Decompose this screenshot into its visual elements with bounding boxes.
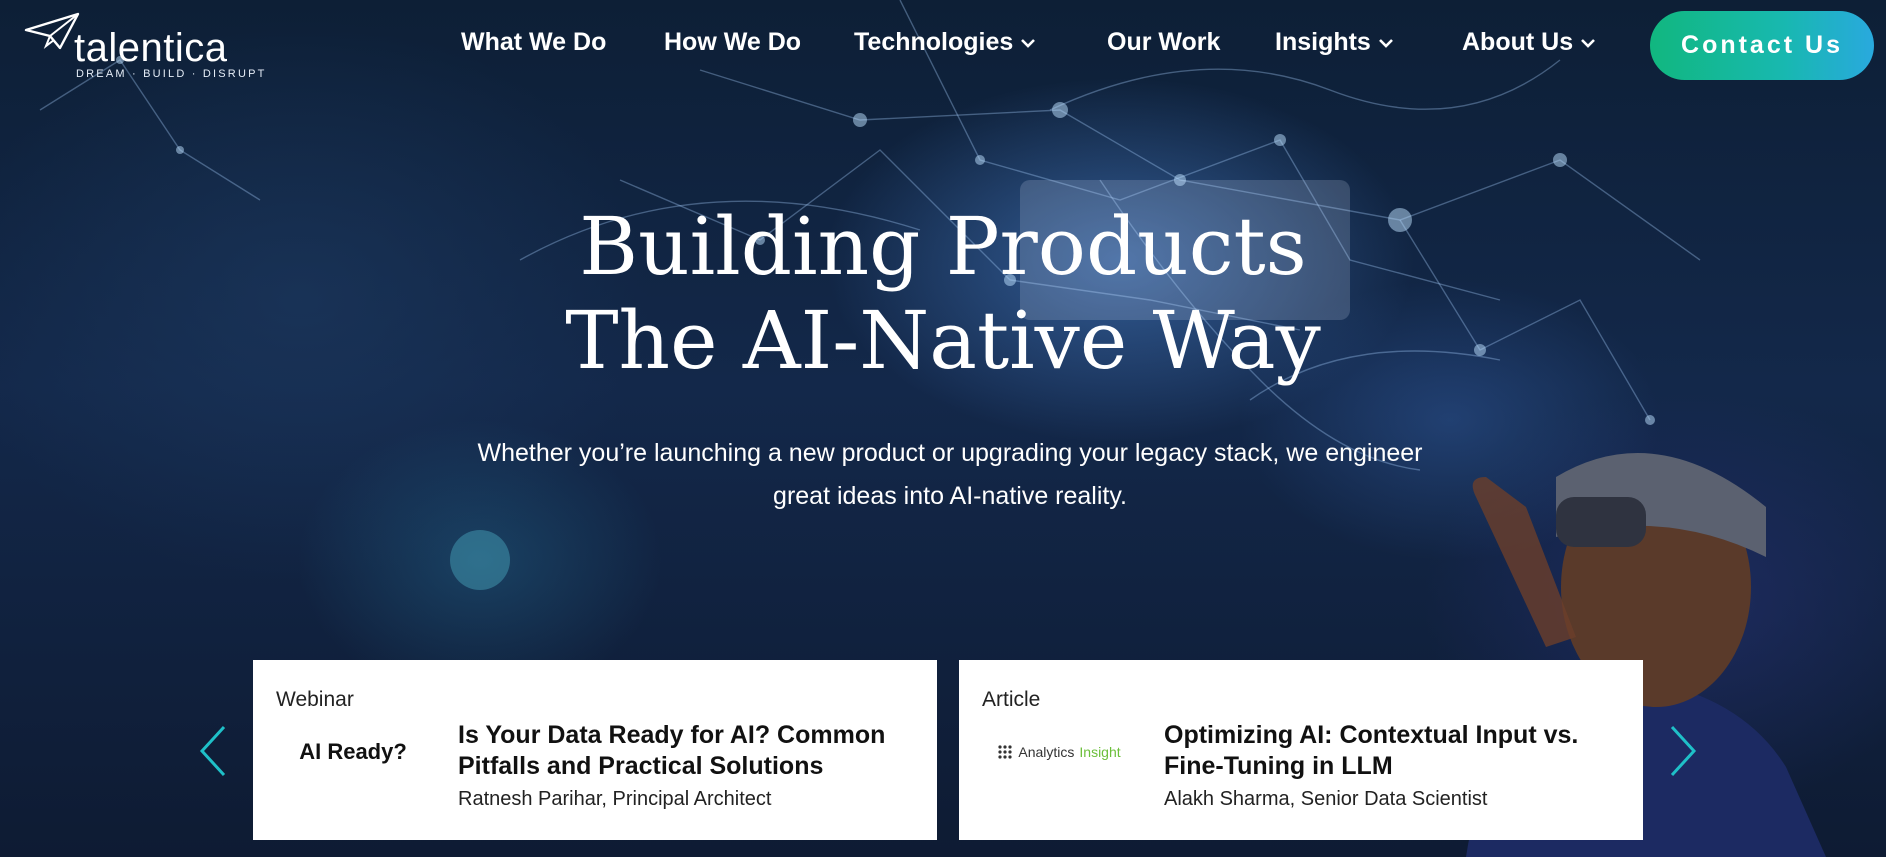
card-author: Alakh Sharma, Senior Data Scientist — [1164, 788, 1488, 810]
nav-item-label: Technologies — [854, 28, 1014, 56]
ai-ready-thumbnail-text: AI Ready? — [299, 739, 407, 764]
card-title[interactable]: Is Your Data Ready for AI? Common Pitfal… — [458, 720, 918, 782]
brand-name: talentica — [74, 26, 228, 70]
site-header: talentica DREAM · BUILD · DISRUPT What W… — [0, 0, 1886, 92]
analytics-word: Analytics — [1018, 744, 1075, 760]
nav-item-label: Insights — [1275, 28, 1371, 56]
nav-item-about-us[interactable]: About Us — [1462, 28, 1597, 57]
card-type-label: Webinar — [276, 688, 354, 711]
analytics-insight-logo: Analytics Insight — [997, 744, 1121, 760]
hero-headline: Building Products The AI-Native Way — [0, 200, 1886, 388]
headline-line-2: The AI-Native Way — [565, 294, 1321, 387]
dots-grid-icon — [998, 745, 1012, 759]
hero-subtext: Whether you’re launching a new product o… — [477, 439, 1423, 510]
nav-item-how-we-do[interactable]: How We Do — [664, 28, 801, 57]
nav-item-label: What We Do — [461, 28, 607, 56]
insight-card-webinar[interactable]: Webinar AI Ready? Is Your Data Ready for… — [253, 660, 937, 840]
contact-us-button[interactable]: Contact Us — [1650, 11, 1874, 80]
nav-item-what-we-do[interactable]: What We Do — [461, 28, 606, 57]
chevron-left-icon[interactable] — [198, 724, 228, 778]
card-thumbnail: AI Ready? — [273, 720, 433, 784]
insight-word: Insight — [1079, 744, 1121, 760]
headline-line-1: Building Products — [579, 200, 1307, 293]
nav-item-label: How We Do — [664, 28, 802, 56]
nav-item-technologies[interactable]: Technologies — [854, 28, 1037, 57]
brand-tagline: DREAM · BUILD · DISRUPT — [76, 68, 267, 80]
chevron-down-icon — [1378, 38, 1393, 48]
nav-item-our-work[interactable]: Our Work — [1107, 28, 1220, 57]
paper-plane-icon — [24, 12, 80, 50]
chevron-right-icon[interactable] — [1668, 724, 1698, 778]
chevron-down-icon — [1021, 38, 1036, 48]
chevron-down-icon — [1581, 38, 1596, 48]
card-type-label: Article — [982, 688, 1041, 711]
nav-item-label: Our Work — [1107, 28, 1221, 56]
card-title[interactable]: Optimizing AI: Contextual Input vs. Fine… — [1164, 720, 1624, 782]
card-author: Ratnesh Parihar, Principal Architect — [458, 788, 772, 810]
nav-item-label: About Us — [1462, 28, 1574, 56]
nav-item-insights[interactable]: Insights — [1275, 28, 1395, 57]
talentica-logo[interactable]: talentica DREAM · BUILD · DISRUPT — [24, 12, 264, 84]
card-thumbnail: Analytics Insight — [979, 720, 1139, 784]
insight-card-article[interactable]: Article Analytics Insight Optimizing AI:… — [959, 660, 1643, 840]
